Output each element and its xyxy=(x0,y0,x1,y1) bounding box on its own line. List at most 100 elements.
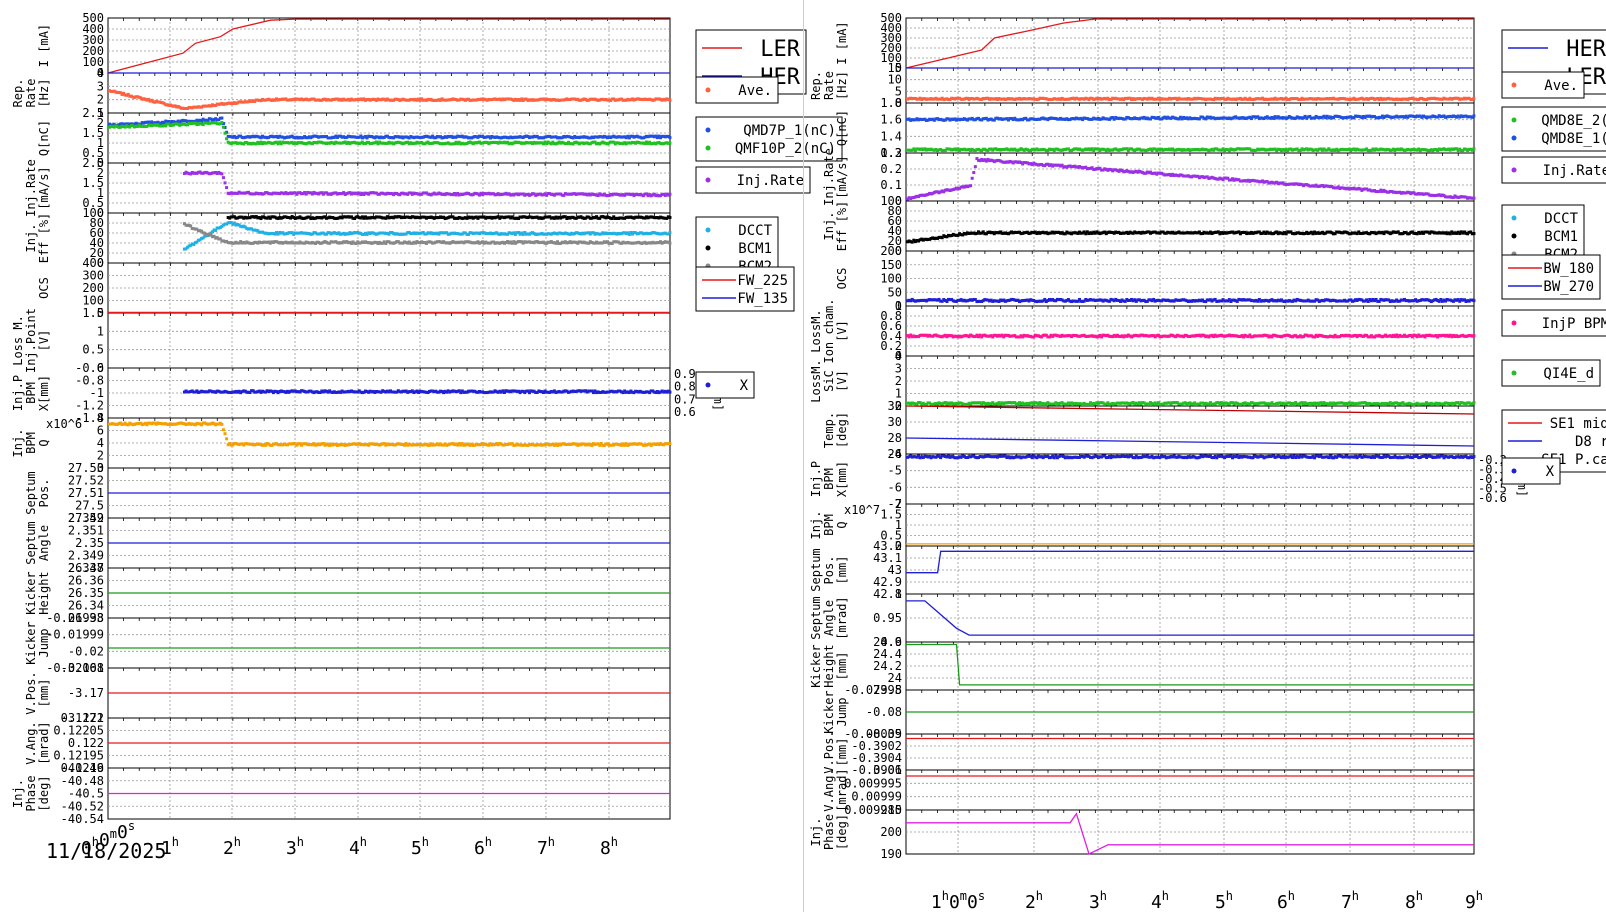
x-tick-part: h xyxy=(234,835,241,849)
y-tick-label: 0.00999 xyxy=(851,790,902,804)
panel-frame xyxy=(906,454,1474,504)
y-axis-label: Rate xyxy=(822,71,836,100)
x-tick-label: 8h xyxy=(1405,889,1423,912)
x-tick: 5h xyxy=(411,835,429,859)
y-tick-label: 200 xyxy=(880,825,902,839)
x-tick: 8h xyxy=(1405,889,1423,912)
y-axis-label: Phase xyxy=(24,775,38,811)
x-tick: 4h xyxy=(1151,889,1169,912)
panel-frame xyxy=(906,201,1474,251)
y-axis-label: Q xyxy=(835,521,849,528)
y-axis-label: Rep. xyxy=(11,79,25,108)
x-tick-label: 3h xyxy=(286,835,304,859)
legend-box: X xyxy=(1502,458,1560,484)
y-axis-label: [mm] xyxy=(37,679,51,708)
series-line xyxy=(108,19,670,73)
y-axis-label: X[mm] xyxy=(835,461,849,497)
y-axis-label: Inj. xyxy=(822,212,836,241)
legend-swatch xyxy=(706,246,711,251)
y-axis-label: [mm] xyxy=(835,556,849,585)
data-point xyxy=(220,121,223,124)
legend-box: Ave. xyxy=(1502,72,1584,98)
y-axis-label: V.Ang. xyxy=(822,768,836,811)
legend-swatch xyxy=(1512,168,1517,173)
y-tick-label: -4 xyxy=(888,447,902,461)
right-panel-0: 5004003002001000I [mA]HERLER xyxy=(835,11,1606,94)
y-axis-label: Pos. xyxy=(37,479,51,508)
y-axis-label: Q[nC] xyxy=(835,110,849,146)
legend-entry: X xyxy=(740,378,749,394)
y-axis-label: Jump xyxy=(835,698,849,727)
y-tick-label: -5 xyxy=(888,464,902,478)
data-point xyxy=(668,231,671,234)
legend-entry: HER xyxy=(1566,37,1606,62)
y-tick-label: 30 xyxy=(888,415,902,429)
left-panel-5: 4003002001000OCSFW_225FW_135 xyxy=(37,256,794,320)
x-tick: 8h xyxy=(600,835,618,859)
y-tick-label: 2 xyxy=(97,93,104,107)
y-axis-label: Septum xyxy=(809,596,823,639)
y-axis-label: Ion cham. xyxy=(822,298,836,363)
y-axis-label: Inj.Point xyxy=(24,308,38,373)
y-axis-label: I [mA] xyxy=(835,21,849,64)
series-ler xyxy=(108,19,670,73)
y-tick-label: -0.02 xyxy=(68,644,104,658)
y-tick-label: 32 xyxy=(888,399,902,413)
y-axis-label: [deg] xyxy=(835,814,849,850)
y-tick-label: 100 xyxy=(880,272,902,286)
data-point xyxy=(220,117,223,120)
x-tick-part: 1 xyxy=(931,892,942,912)
series-qmd7p-1-nc- xyxy=(108,117,671,140)
x-tick-part: 8 xyxy=(600,838,611,859)
legend-swatch xyxy=(1512,469,1517,474)
legend-box: QI4E_d xyxy=(1502,360,1600,386)
x-tick: 6h xyxy=(1277,889,1295,912)
y-axis-label: Height xyxy=(37,571,51,614)
legend-box: FW_225FW_135 xyxy=(696,267,794,311)
legend-swatch xyxy=(1512,83,1517,88)
panel-frame xyxy=(906,306,1474,356)
y-tick-label: -0.08 xyxy=(866,705,902,719)
left-panel-3: 2.521.510.50Inj.Rate[mA/s]Inj.Rate xyxy=(24,156,810,220)
y-axis-label: Inj.P xyxy=(11,375,25,411)
x-tick-label: 2h xyxy=(1025,889,1043,912)
legend-box: InjP BPM_d xyxy=(1502,310,1606,336)
legend-entry: BCM1 xyxy=(738,241,772,257)
x-tick-part: 8 xyxy=(1405,892,1416,912)
x-tick-part: h xyxy=(422,835,429,849)
y-axis-label: BPM xyxy=(24,382,38,404)
y-axis-label: X[mm] xyxy=(37,375,51,411)
y-axis-label: [mrad] xyxy=(835,768,849,811)
x-tick-part: h xyxy=(297,835,304,849)
y-axis-label: [deg] xyxy=(37,775,51,811)
y-tick-label: 3 xyxy=(97,79,104,93)
data-point xyxy=(222,126,225,129)
data-point xyxy=(668,216,671,219)
right-panel-17: 210200190Inj.Phase[deg] xyxy=(809,803,1474,861)
x-tick: 7h xyxy=(1341,889,1359,912)
y-tick-label: 0.3 xyxy=(880,146,902,160)
legend-entry: BCM1 xyxy=(1544,229,1578,245)
right-tick-label: -0.6 xyxy=(1478,491,1507,505)
data-point xyxy=(220,423,223,426)
y-tick-label: -0.01998 xyxy=(46,611,104,625)
y-axis-label: Temp. xyxy=(822,412,836,448)
series-dcct xyxy=(183,221,672,251)
legend-entry: InjP BPM_d xyxy=(1542,316,1606,332)
legend-entry: D8 room xyxy=(1575,434,1606,450)
y-tick-label: 0.95 xyxy=(873,611,902,625)
y-tick-label: 200 xyxy=(880,244,902,258)
y-tick-label: 150 xyxy=(880,258,902,272)
y-tick-label: 210 xyxy=(880,803,902,817)
y-axis-label: V.Pos. xyxy=(24,671,38,714)
legend-entry: FW_225 xyxy=(737,273,788,289)
x-tick-part: 7 xyxy=(1341,892,1352,912)
y-tick-label: -3.17 xyxy=(68,686,104,700)
left-half: 5004003002001000I [mA]LERHER4321Rep.Rate… xyxy=(11,11,842,859)
x-tick-part: h xyxy=(485,835,492,849)
y-axis-label: Kicker xyxy=(809,644,823,687)
legend-swatch xyxy=(706,228,711,233)
y-axis-label: OCS xyxy=(37,277,51,299)
legend-entry: DCCT xyxy=(738,223,772,239)
right-half: 5004003002001000I [mA]HERLER151050Rep.Ra… xyxy=(809,11,1606,912)
